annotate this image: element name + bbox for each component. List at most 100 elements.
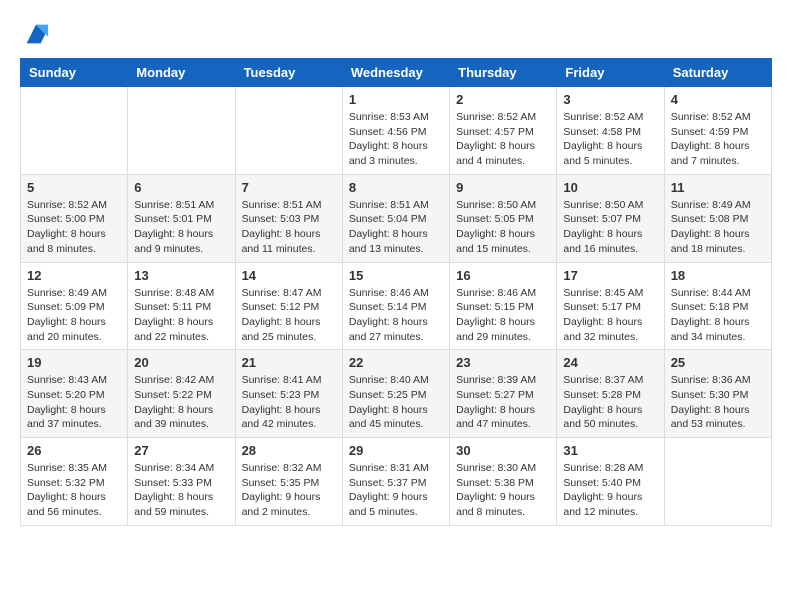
calendar-week-row: 19 Sunrise: 8:43 AMSunset: 5:20 PMDayligh… — [21, 350, 772, 438]
calendar-cell — [664, 438, 771, 526]
day-number: 5 — [27, 180, 121, 195]
day-number: 19 — [27, 355, 121, 370]
cell-content: Sunrise: 8:39 AMSunset: 5:27 PMDaylight:… — [456, 373, 550, 432]
logo — [20, 20, 50, 48]
cell-content: Sunrise: 8:37 AMSunset: 5:28 PMDaylight:… — [563, 373, 657, 432]
cell-content: Sunrise: 8:50 AMSunset: 5:07 PMDaylight:… — [563, 198, 657, 257]
calendar-cell — [128, 87, 235, 175]
calendar-cell: 1 Sunrise: 8:53 AMSunset: 4:56 PMDaylight… — [342, 87, 449, 175]
calendar-cell: 26 Sunrise: 8:35 AMSunset: 5:32 PMDayligh… — [21, 438, 128, 526]
calendar-cell: 25 Sunrise: 8:36 AMSunset: 5:30 PMDayligh… — [664, 350, 771, 438]
weekday-header: Saturday — [664, 59, 771, 87]
weekday-header: Wednesday — [342, 59, 449, 87]
cell-content: Sunrise: 8:28 AMSunset: 5:40 PMDaylight:… — [563, 461, 657, 520]
day-number: 22 — [349, 355, 443, 370]
day-number: 27 — [134, 443, 228, 458]
calendar-cell: 3 Sunrise: 8:52 AMSunset: 4:58 PMDaylight… — [557, 87, 664, 175]
cell-content: Sunrise: 8:44 AMSunset: 5:18 PMDaylight:… — [671, 286, 765, 345]
calendar-cell: 30 Sunrise: 8:30 AMSunset: 5:38 PMDayligh… — [450, 438, 557, 526]
day-number: 18 — [671, 268, 765, 283]
day-number: 3 — [563, 92, 657, 107]
cell-content: Sunrise: 8:46 AMSunset: 5:14 PMDaylight:… — [349, 286, 443, 345]
calendar-cell: 23Sunrise: 8:39 AMSunset: 5:27 PMDayligh… — [450, 350, 557, 438]
day-number: 9 — [456, 180, 550, 195]
day-number: 25 — [671, 355, 765, 370]
calendar-cell: 5Sunrise: 8:52 AMSunset: 5:00 PMDaylight… — [21, 174, 128, 262]
calendar-cell: 9 Sunrise: 8:50 AMSunset: 5:05 PMDaylight… — [450, 174, 557, 262]
cell-content: Sunrise: 8:51 AMSunset: 5:01 PMDaylight:… — [134, 198, 228, 257]
calendar-week-row: 26 Sunrise: 8:35 AMSunset: 5:32 PMDayligh… — [21, 438, 772, 526]
calendar-cell: 16Sunrise: 8:46 AMSunset: 5:15 PMDayligh… — [450, 262, 557, 350]
calendar-cell: 24 Sunrise: 8:37 AMSunset: 5:28 PMDayligh… — [557, 350, 664, 438]
calendar-cell: 28 Sunrise: 8:32 AMSunset: 5:35 PMDayligh… — [235, 438, 342, 526]
calendar-cell — [235, 87, 342, 175]
cell-content: Sunrise: 8:30 AMSunset: 5:38 PMDaylight:… — [456, 461, 550, 520]
logo-icon — [22, 20, 50, 48]
day-number: 26 — [27, 443, 121, 458]
cell-content: Sunrise: 8:43 AMSunset: 5:20 PMDaylight:… — [27, 373, 121, 432]
day-number: 24 — [563, 355, 657, 370]
cell-content: Sunrise: 8:35 AMSunset: 5:32 PMDaylight:… — [27, 461, 121, 520]
calendar-cell: 20 Sunrise: 8:42 AMSunset: 5:22 PMDayligh… — [128, 350, 235, 438]
cell-content: Sunrise: 8:31 AMSunset: 5:37 PMDaylight:… — [349, 461, 443, 520]
day-number: 15 — [349, 268, 443, 283]
cell-content: Sunrise: 8:45 AMSunset: 5:17 PMDaylight:… — [563, 286, 657, 345]
weekday-header: Sunday — [21, 59, 128, 87]
calendar-cell: 17Sunrise: 8:45 AMSunset: 5:17 PMDayligh… — [557, 262, 664, 350]
day-number: 1 — [349, 92, 443, 107]
calendar-cell: 29 Sunrise: 8:31 AMSunset: 5:37 PMDayligh… — [342, 438, 449, 526]
cell-content: Sunrise: 8:53 AMSunset: 4:56 PMDaylight:… — [349, 110, 443, 169]
calendar-cell: 10 Sunrise: 8:50 AMSunset: 5:07 PMDayligh… — [557, 174, 664, 262]
cell-content: Sunrise: 8:36 AMSunset: 5:30 PMDaylight:… — [671, 373, 765, 432]
cell-content: Sunrise: 8:34 AMSunset: 5:33 PMDaylight:… — [134, 461, 228, 520]
day-number: 11 — [671, 180, 765, 195]
cell-content: Sunrise: 8:32 AMSunset: 5:35 PMDaylight:… — [242, 461, 336, 520]
calendar-week-row: 1 Sunrise: 8:53 AMSunset: 4:56 PMDaylight… — [21, 87, 772, 175]
weekday-header: Tuesday — [235, 59, 342, 87]
cell-content: Sunrise: 8:49 AMSunset: 5:09 PMDaylight:… — [27, 286, 121, 345]
cell-content: Sunrise: 8:46 AMSunset: 5:15 PMDaylight:… — [456, 286, 550, 345]
calendar-cell: 18 Sunrise: 8:44 AMSunset: 5:18 PMDayligh… — [664, 262, 771, 350]
calendar-table: SundayMondayTuesdayWednesdayThursdayFrid… — [20, 58, 772, 526]
calendar-cell: 4Sunrise: 8:52 AMSunset: 4:59 PMDaylight… — [664, 87, 771, 175]
cell-content: Sunrise: 8:42 AMSunset: 5:22 PMDaylight:… — [134, 373, 228, 432]
calendar-cell: 31Sunrise: 8:28 AMSunset: 5:40 PMDayligh… — [557, 438, 664, 526]
calendar-cell: 15 Sunrise: 8:46 AMSunset: 5:14 PMDayligh… — [342, 262, 449, 350]
calendar-cell: 7 Sunrise: 8:51 AMSunset: 5:03 PMDaylight… — [235, 174, 342, 262]
calendar-header-row: SundayMondayTuesdayWednesdayThursdayFrid… — [21, 59, 772, 87]
cell-content: Sunrise: 8:49 AMSunset: 5:08 PMDaylight:… — [671, 198, 765, 257]
day-number: 6 — [134, 180, 228, 195]
weekday-header: Monday — [128, 59, 235, 87]
day-number: 28 — [242, 443, 336, 458]
day-number: 29 — [349, 443, 443, 458]
day-number: 8 — [349, 180, 443, 195]
calendar-cell: 21 Sunrise: 8:41 AMSunset: 5:23 PMDayligh… — [235, 350, 342, 438]
cell-content: Sunrise: 8:51 AMSunset: 5:04 PMDaylight:… — [349, 198, 443, 257]
weekday-header: Friday — [557, 59, 664, 87]
cell-content: Sunrise: 8:41 AMSunset: 5:23 PMDaylight:… — [242, 373, 336, 432]
day-number: 21 — [242, 355, 336, 370]
page-header — [20, 20, 772, 48]
calendar-cell — [21, 87, 128, 175]
day-number: 12 — [27, 268, 121, 283]
cell-content: Sunrise: 8:48 AMSunset: 5:11 PMDaylight:… — [134, 286, 228, 345]
calendar-cell: 13 Sunrise: 8:48 AMSunset: 5:11 PMDayligh… — [128, 262, 235, 350]
cell-content: Sunrise: 8:52 AMSunset: 4:57 PMDaylight:… — [456, 110, 550, 169]
cell-content: Sunrise: 8:40 AMSunset: 5:25 PMDaylight:… — [349, 373, 443, 432]
cell-content: Sunrise: 8:51 AMSunset: 5:03 PMDaylight:… — [242, 198, 336, 257]
day-number: 20 — [134, 355, 228, 370]
cell-content: Sunrise: 8:50 AMSunset: 5:05 PMDaylight:… — [456, 198, 550, 257]
cell-content: Sunrise: 8:52 AMSunset: 4:58 PMDaylight:… — [563, 110, 657, 169]
calendar-cell: 8 Sunrise: 8:51 AMSunset: 5:04 PMDaylight… — [342, 174, 449, 262]
cell-content: Sunrise: 8:52 AMSunset: 4:59 PMDaylight:… — [671, 110, 765, 169]
weekday-header: Thursday — [450, 59, 557, 87]
day-number: 10 — [563, 180, 657, 195]
day-number: 7 — [242, 180, 336, 195]
calendar-cell: 11 Sunrise: 8:49 AMSunset: 5:08 PMDayligh… — [664, 174, 771, 262]
day-number: 13 — [134, 268, 228, 283]
day-number: 2 — [456, 92, 550, 107]
calendar-week-row: 12 Sunrise: 8:49 AMSunset: 5:09 PMDayligh… — [21, 262, 772, 350]
calendar-cell: 14Sunrise: 8:47 AMSunset: 5:12 PMDayligh… — [235, 262, 342, 350]
day-number: 30 — [456, 443, 550, 458]
calendar-week-row: 5Sunrise: 8:52 AMSunset: 5:00 PMDaylight… — [21, 174, 772, 262]
